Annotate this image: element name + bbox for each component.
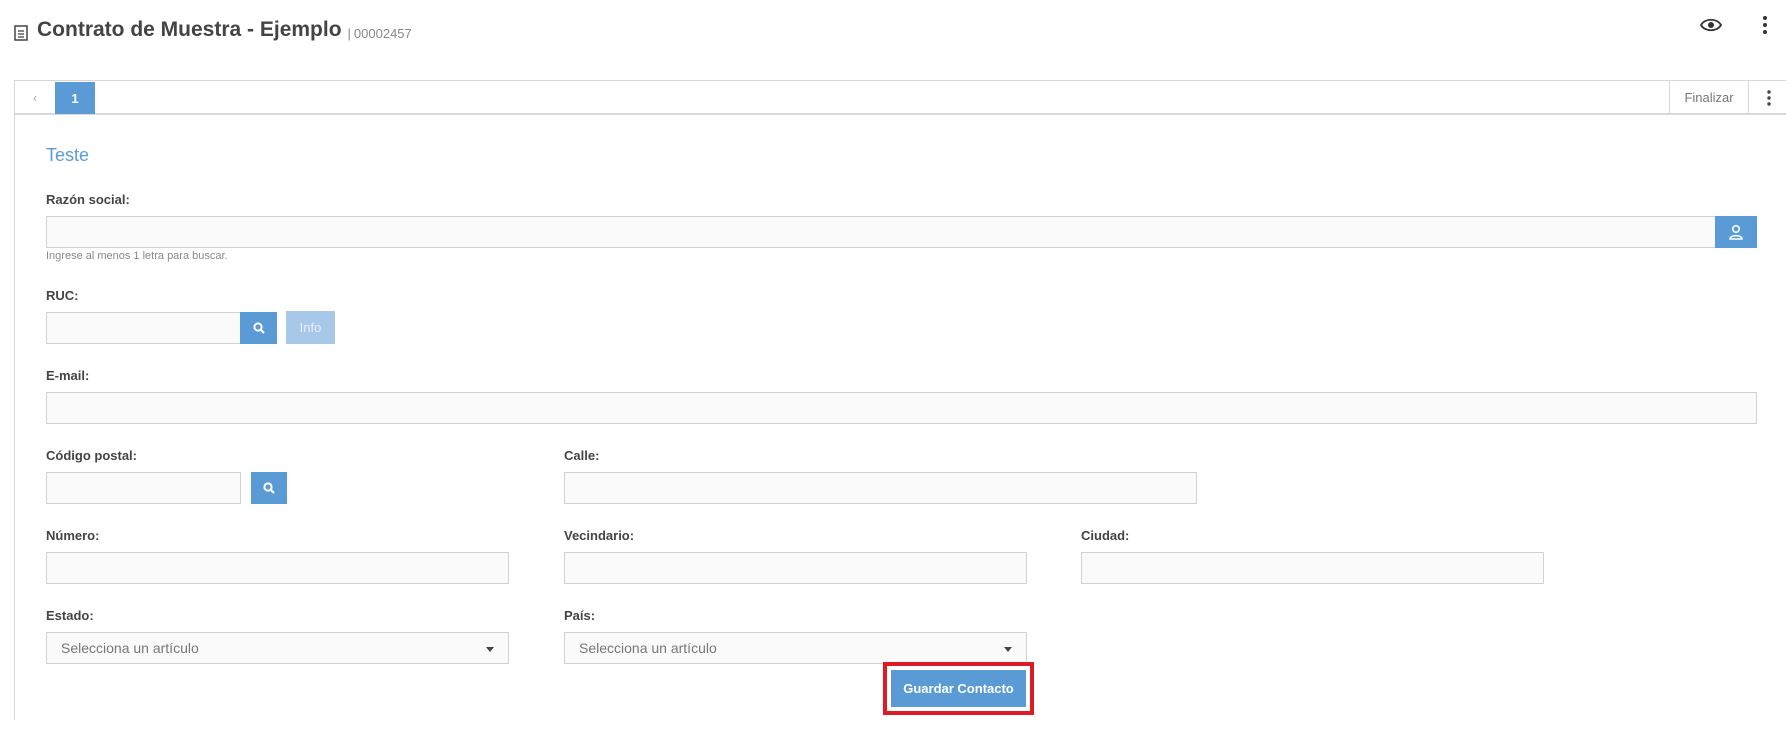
- street-input[interactable]: [564, 472, 1197, 504]
- postal-code-input[interactable]: [46, 472, 241, 504]
- razon-social-label: Razón social:: [46, 192, 130, 207]
- section-title: Teste: [46, 145, 90, 165]
- state-select-placeholder: Selecciona un artículo: [61, 640, 199, 656]
- search-icon: [263, 482, 275, 494]
- razon-social-hint: Ingrese al menos 1 letra para buscar.: [46, 250, 228, 262]
- neighborhood-input[interactable]: [564, 552, 1027, 584]
- neighborhood-label: Vecindario:: [564, 528, 635, 543]
- postal-code-search-button[interactable]: [251, 472, 287, 504]
- page-header: Contrato de Muestra - Ejemplo | 00002457: [14, 10, 412, 50]
- number-label: Número:: [46, 528, 100, 543]
- country-select[interactable]: Selecciona un artículo: [564, 632, 1027, 664]
- page-1-button[interactable]: 1: [55, 82, 95, 114]
- page-title: Contrato de Muestra - Ejemplo: [37, 18, 342, 41]
- ruc-info-button[interactable]: Info: [286, 311, 335, 344]
- country-label: País:: [564, 608, 596, 623]
- city-label: Ciudad:: [1081, 528, 1130, 543]
- caret-down-icon: [1004, 647, 1012, 652]
- caret-down-icon: [486, 647, 494, 652]
- chevron-left-icon: ‹: [32, 90, 38, 105]
- razon-social-input[interactable]: [46, 216, 1716, 248]
- pager-bar: ‹ 1 Finalizar: [15, 81, 1786, 115]
- city-input[interactable]: [1081, 552, 1544, 584]
- title-separator: |: [347, 25, 351, 41]
- country-select-placeholder: Selecciona un artículo: [579, 640, 717, 656]
- save-contact-button[interactable]: Guardar Contacto: [891, 670, 1026, 707]
- document-number: 00002457: [353, 25, 412, 41]
- ruc-label: RUC:: [46, 288, 79, 303]
- state-label: Estado:: [46, 608, 94, 623]
- more-options-icon[interactable]: [1759, 14, 1771, 36]
- number-input[interactable]: [46, 552, 509, 584]
- ruc-search-button[interactable]: [240, 312, 277, 344]
- search-icon: [252, 322, 265, 334]
- email-input[interactable]: [46, 392, 1757, 424]
- ruc-input[interactable]: [46, 312, 241, 344]
- finalize-button[interactable]: Finalizar: [1669, 81, 1749, 114]
- postal-code-label: Código postal:: [46, 448, 137, 463]
- email-label: E-mail:: [46, 368, 90, 383]
- eye-icon[interactable]: [1700, 17, 1722, 33]
- state-select[interactable]: Selecciona un artículo: [46, 632, 509, 664]
- pager-more-icon[interactable]: [1763, 89, 1775, 107]
- document-icon: [14, 25, 28, 41]
- street-label: Calle:: [564, 448, 600, 463]
- search-contact-button[interactable]: [1715, 216, 1757, 248]
- prev-page-button[interactable]: ‹: [15, 81, 55, 114]
- user-icon: [1729, 224, 1743, 240]
